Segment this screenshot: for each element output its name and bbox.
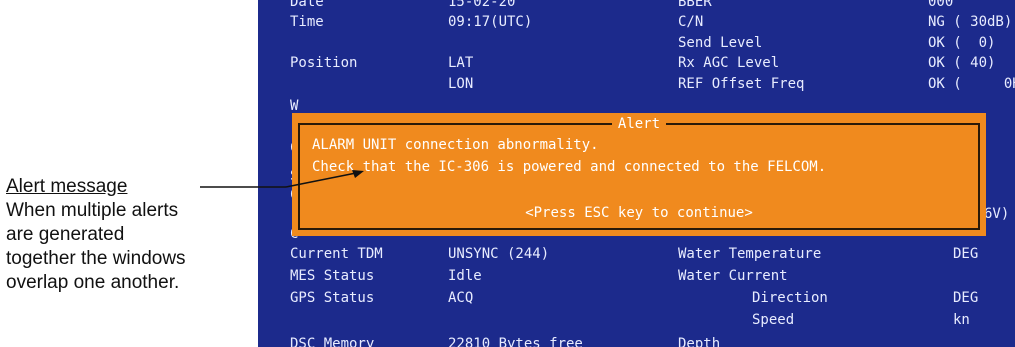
- callout-line4: overlap one another.: [6, 272, 180, 293]
- callout-line2: are generated: [6, 224, 125, 245]
- callout-line1: When multiple alerts: [6, 200, 179, 221]
- callout-title: Alert message: [6, 176, 128, 197]
- callout-line3: together the windows: [6, 248, 186, 269]
- callout-annotation: Alert message When multiple alerts are g…: [6, 175, 246, 295]
